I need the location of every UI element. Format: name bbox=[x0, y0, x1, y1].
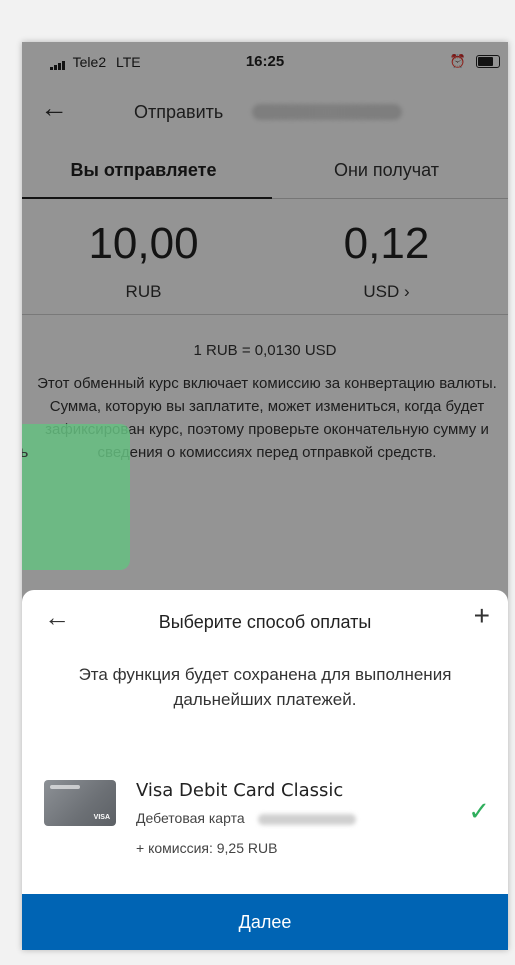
highlight-marker bbox=[22, 424, 130, 570]
sheet-title: Выберите способ оплаты bbox=[158, 612, 372, 632]
card-visa-logo: VISA bbox=[93, 814, 110, 821]
payment-method-sheet: ← Выберите способ оплаты + Эта функция б… bbox=[22, 590, 508, 950]
next-button[interactable]: Далее bbox=[22, 894, 508, 950]
plus-icon[interactable]: + bbox=[474, 602, 490, 630]
checkmark-icon: ✓ bbox=[468, 796, 490, 826]
card-name: Visa Debit Card Classic bbox=[136, 780, 344, 801]
sheet-info-text: Эта функция будет сохранена для выполнен… bbox=[78, 665, 452, 709]
card-image: VISA bbox=[44, 780, 116, 826]
phone-screen: Tele2 LTE 16:25 ⏰ ← Отправить Вы отправл… bbox=[22, 42, 508, 950]
card-type: Дебетовая карта bbox=[136, 810, 245, 826]
card-bank-logo bbox=[50, 785, 80, 789]
card-fee: + комиссия: 9,25 RUB bbox=[136, 840, 278, 856]
card-number-redacted bbox=[258, 814, 356, 825]
highlight-marker-glyph: ь bbox=[22, 444, 29, 461]
payment-method-item[interactable]: VISA Visa Debit Card Classic Дебетовая к… bbox=[22, 758, 508, 868]
